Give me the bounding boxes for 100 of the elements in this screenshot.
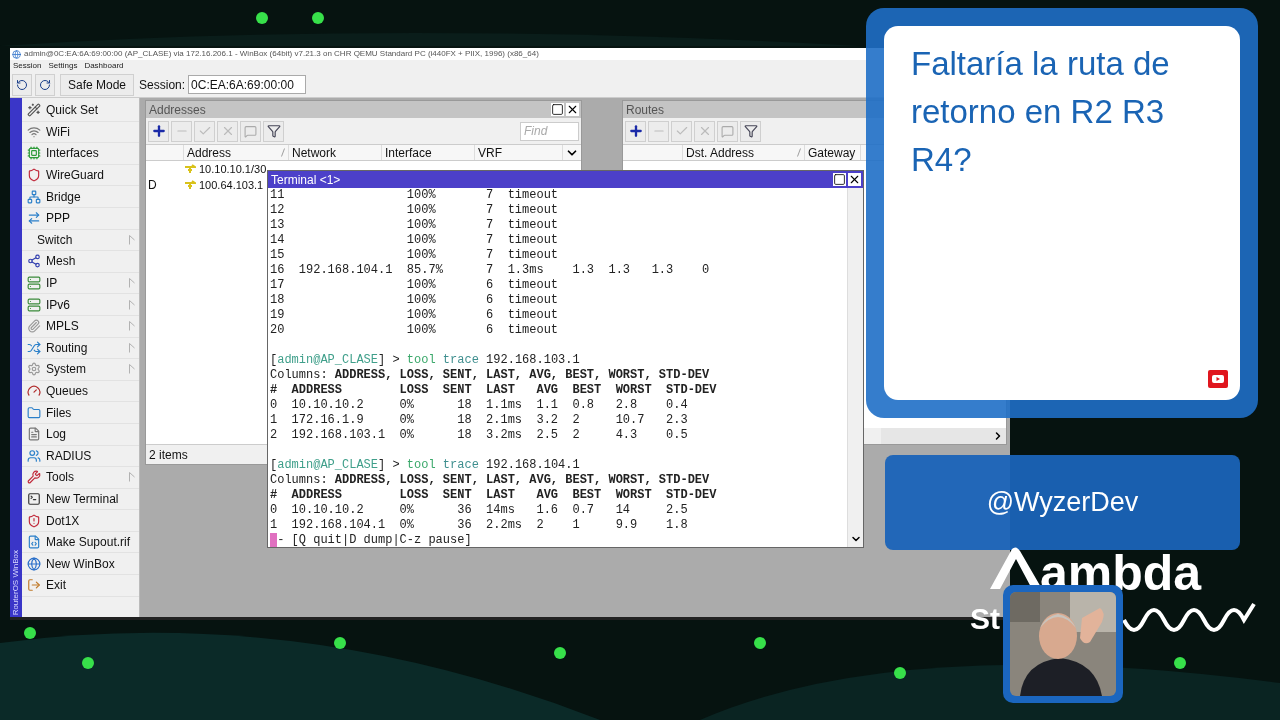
terminal-line: # ADDRESS LOSS SENT LAST AVG BEST WORST STD-DEV: [270, 488, 717, 503]
window-title: Routes: [626, 103, 665, 116]
sidebar-item[interactable]: Mesh: [22, 251, 139, 273]
terminal-line: 16 192.168.104.1 85.7% 7 1.3ms 1.3 1.3 1.3 0: [270, 263, 710, 278]
filter-icon: [743, 124, 758, 138]
find-field[interactable]: Find: [520, 121, 579, 141]
column-header[interactable]: Address: [184, 145, 289, 160]
window-title: admin@0C:EA:6A:69:00:00 (AP_CLASE) via 172.16.206.1 - WinBox (64bit) v7.21.3 on CHR QEMU Standard PC (i440FX + PIIX, 1996) (x86_64): [24, 50, 539, 58]
address-icon: [184, 180, 196, 190]
sidebar-item[interactable]: IP: [22, 272, 139, 295]
table-cell-text: 100.64.103.1: [199, 177, 264, 193]
maximize-icon[interactable]: [833, 173, 846, 186]
sidebar-item[interactable]: WireGuard: [22, 164, 139, 187]
check-icon: [197, 124, 212, 138]
status-text: 2 items: [149, 446, 188, 464]
terminal-line: 2 192.168.103.1 0% 18 3.2ms 2.5 2 4.3 0.5: [270, 428, 688, 443]
terminal-line: 14 100% 7 timeout: [270, 233, 559, 248]
vertical-scrollbar[interactable]: [847, 188, 863, 547]
wand-icon: [27, 103, 41, 118]
session-label: Session:: [139, 76, 186, 94]
sidebar-item[interactable]: PPP: [22, 207, 139, 230]
horizontal-scrollbar[interactable]: [881, 428, 1006, 444]
terminal-line: Columns: ADDRESS, LOSS, SENT, LAST, AVG, BEST, WORST, STD-DEV: [270, 368, 710, 383]
table-cell-text: 10.10.10.1/30: [199, 161, 267, 177]
username: @WyzerDev: [986, 486, 1139, 520]
network-icon: [27, 189, 41, 204]
column-header[interactable]: Interface: [382, 145, 475, 160]
menu-item[interactable]: Settings: [48, 62, 78, 70]
close-icon[interactable]: [566, 103, 579, 116]
terminal-line: 0 10.10.10.2 0% 18 1.1ms 1.1 0.8 2.8 0.4: [270, 398, 688, 413]
wifi-icon: [27, 124, 41, 139]
terminal-prompt: [admin@AP_CLASE] > tool trace 192.168.103.1: [270, 353, 580, 368]
terminal-line: 11 100% 7 timeout: [270, 188, 559, 203]
safe-mode-button[interactable]: Safe Mode: [60, 73, 135, 96]
gauge-icon: [27, 384, 41, 398]
comment-icon: [721, 124, 734, 138]
sidebar-item[interactable]: System: [22, 359, 139, 381]
comment-text: Faltaría la ruta de retorno en R2 R3 R4?: [911, 44, 1171, 180]
sidebar-item[interactable]: Make Supout.rif: [22, 531, 139, 554]
sidebar-item[interactable]: Exit: [22, 575, 139, 597]
terminal-line: # ADDRESS LOSS SENT LAST AVG BEST WORST STD-DEV: [270, 383, 717, 398]
terminal-icon: [27, 492, 41, 506]
sidebar-item[interactable]: Bridge: [22, 186, 139, 208]
sidebar-item[interactable]: Interfaces: [22, 143, 139, 165]
maximize-icon[interactable]: [551, 103, 564, 116]
sidebar-item[interactable]: Switch: [22, 229, 139, 252]
folder-icon: [27, 405, 41, 420]
add-button[interactable]: [625, 120, 646, 142]
sidebar-item[interactable]: IPv6: [22, 294, 139, 316]
undo-icon: [16, 78, 28, 91]
menu-item[interactable]: Dashboard: [84, 62, 124, 70]
column-header[interactable]: Network: [289, 145, 382, 160]
filter-button[interactable]: [263, 120, 284, 142]
youtube-icon: [1208, 370, 1228, 388]
undo-button[interactable]: [12, 73, 32, 96]
add-button[interactable]: [148, 120, 169, 142]
arrows-icon: [27, 211, 41, 226]
plus-icon: [150, 123, 167, 139]
terminal-line: Columns: ADDRESS, LOSS, SENT, LAST, AVG, BEST, WORST, STD-DEV: [270, 473, 710, 488]
sort-icon: [797, 148, 801, 157]
column-header[interactable]: Gateway: [805, 145, 861, 160]
comment-icon: [244, 124, 257, 138]
terminal-line: 20 100% 6 timeout: [270, 323, 559, 338]
shield-icon: [27, 513, 41, 528]
plus-icon: [627, 123, 644, 139]
session-field[interactable]: 0C:EA:6A:69:00:00: [188, 75, 307, 94]
terminal-line: 15 100% 7 timeout: [270, 248, 559, 263]
terminal-line: 1 192.168.104.1 0% 36 2.2ms 2 1 9.9 1.8: [270, 518, 688, 533]
check-icon: [674, 124, 689, 138]
sidebar-item[interactable]: Quick Set: [22, 100, 139, 122]
sidebar-item[interactable]: New Terminal: [22, 488, 139, 511]
menu-item[interactable]: Session: [13, 62, 42, 70]
filter-button[interactable]: [740, 120, 761, 142]
column-header[interactable]: Dst. Address: [683, 145, 805, 160]
sidebar-item[interactable]: Files: [22, 402, 139, 424]
sidebar-item[interactable]: RADIUS: [22, 445, 139, 468]
sidebar-item[interactable]: Tools: [22, 467, 139, 489]
redo-icon: [39, 78, 51, 91]
table-cell: D: [148, 178, 157, 192]
chip-icon: [27, 146, 41, 161]
terminal-line: 12 100% 7 timeout: [270, 203, 559, 218]
terminal-line: 1 172.16.1.9 0% 18 2.1ms 3.2 2 10.7 2.3: [270, 413, 688, 428]
users-icon: [27, 448, 41, 463]
column-header[interactable]: VRF: [475, 145, 563, 160]
sidebar-item[interactable]: MPLS: [22, 315, 139, 338]
sidebar-item[interactable]: Log: [22, 423, 139, 446]
redo-button[interactable]: [35, 73, 55, 96]
exit-icon: [27, 578, 41, 593]
filter-icon: [266, 124, 281, 138]
sidebar-item[interactable]: Dot1X: [22, 510, 139, 532]
wrench-icon: [27, 470, 41, 485]
terminal-line: 18 100% 6 timeout: [270, 293, 559, 308]
window-title: Addresses: [149, 103, 206, 116]
gear-icon: [27, 362, 41, 377]
close-icon[interactable]: [848, 173, 861, 186]
sidebar-item[interactable]: New WinBox: [22, 553, 139, 576]
sidebar-item[interactable]: Routing: [22, 337, 139, 360]
sidebar-item[interactable]: WiFi: [22, 121, 139, 144]
sidebar-item[interactable]: Queues: [22, 380, 139, 403]
nodes-icon: [27, 254, 41, 269]
